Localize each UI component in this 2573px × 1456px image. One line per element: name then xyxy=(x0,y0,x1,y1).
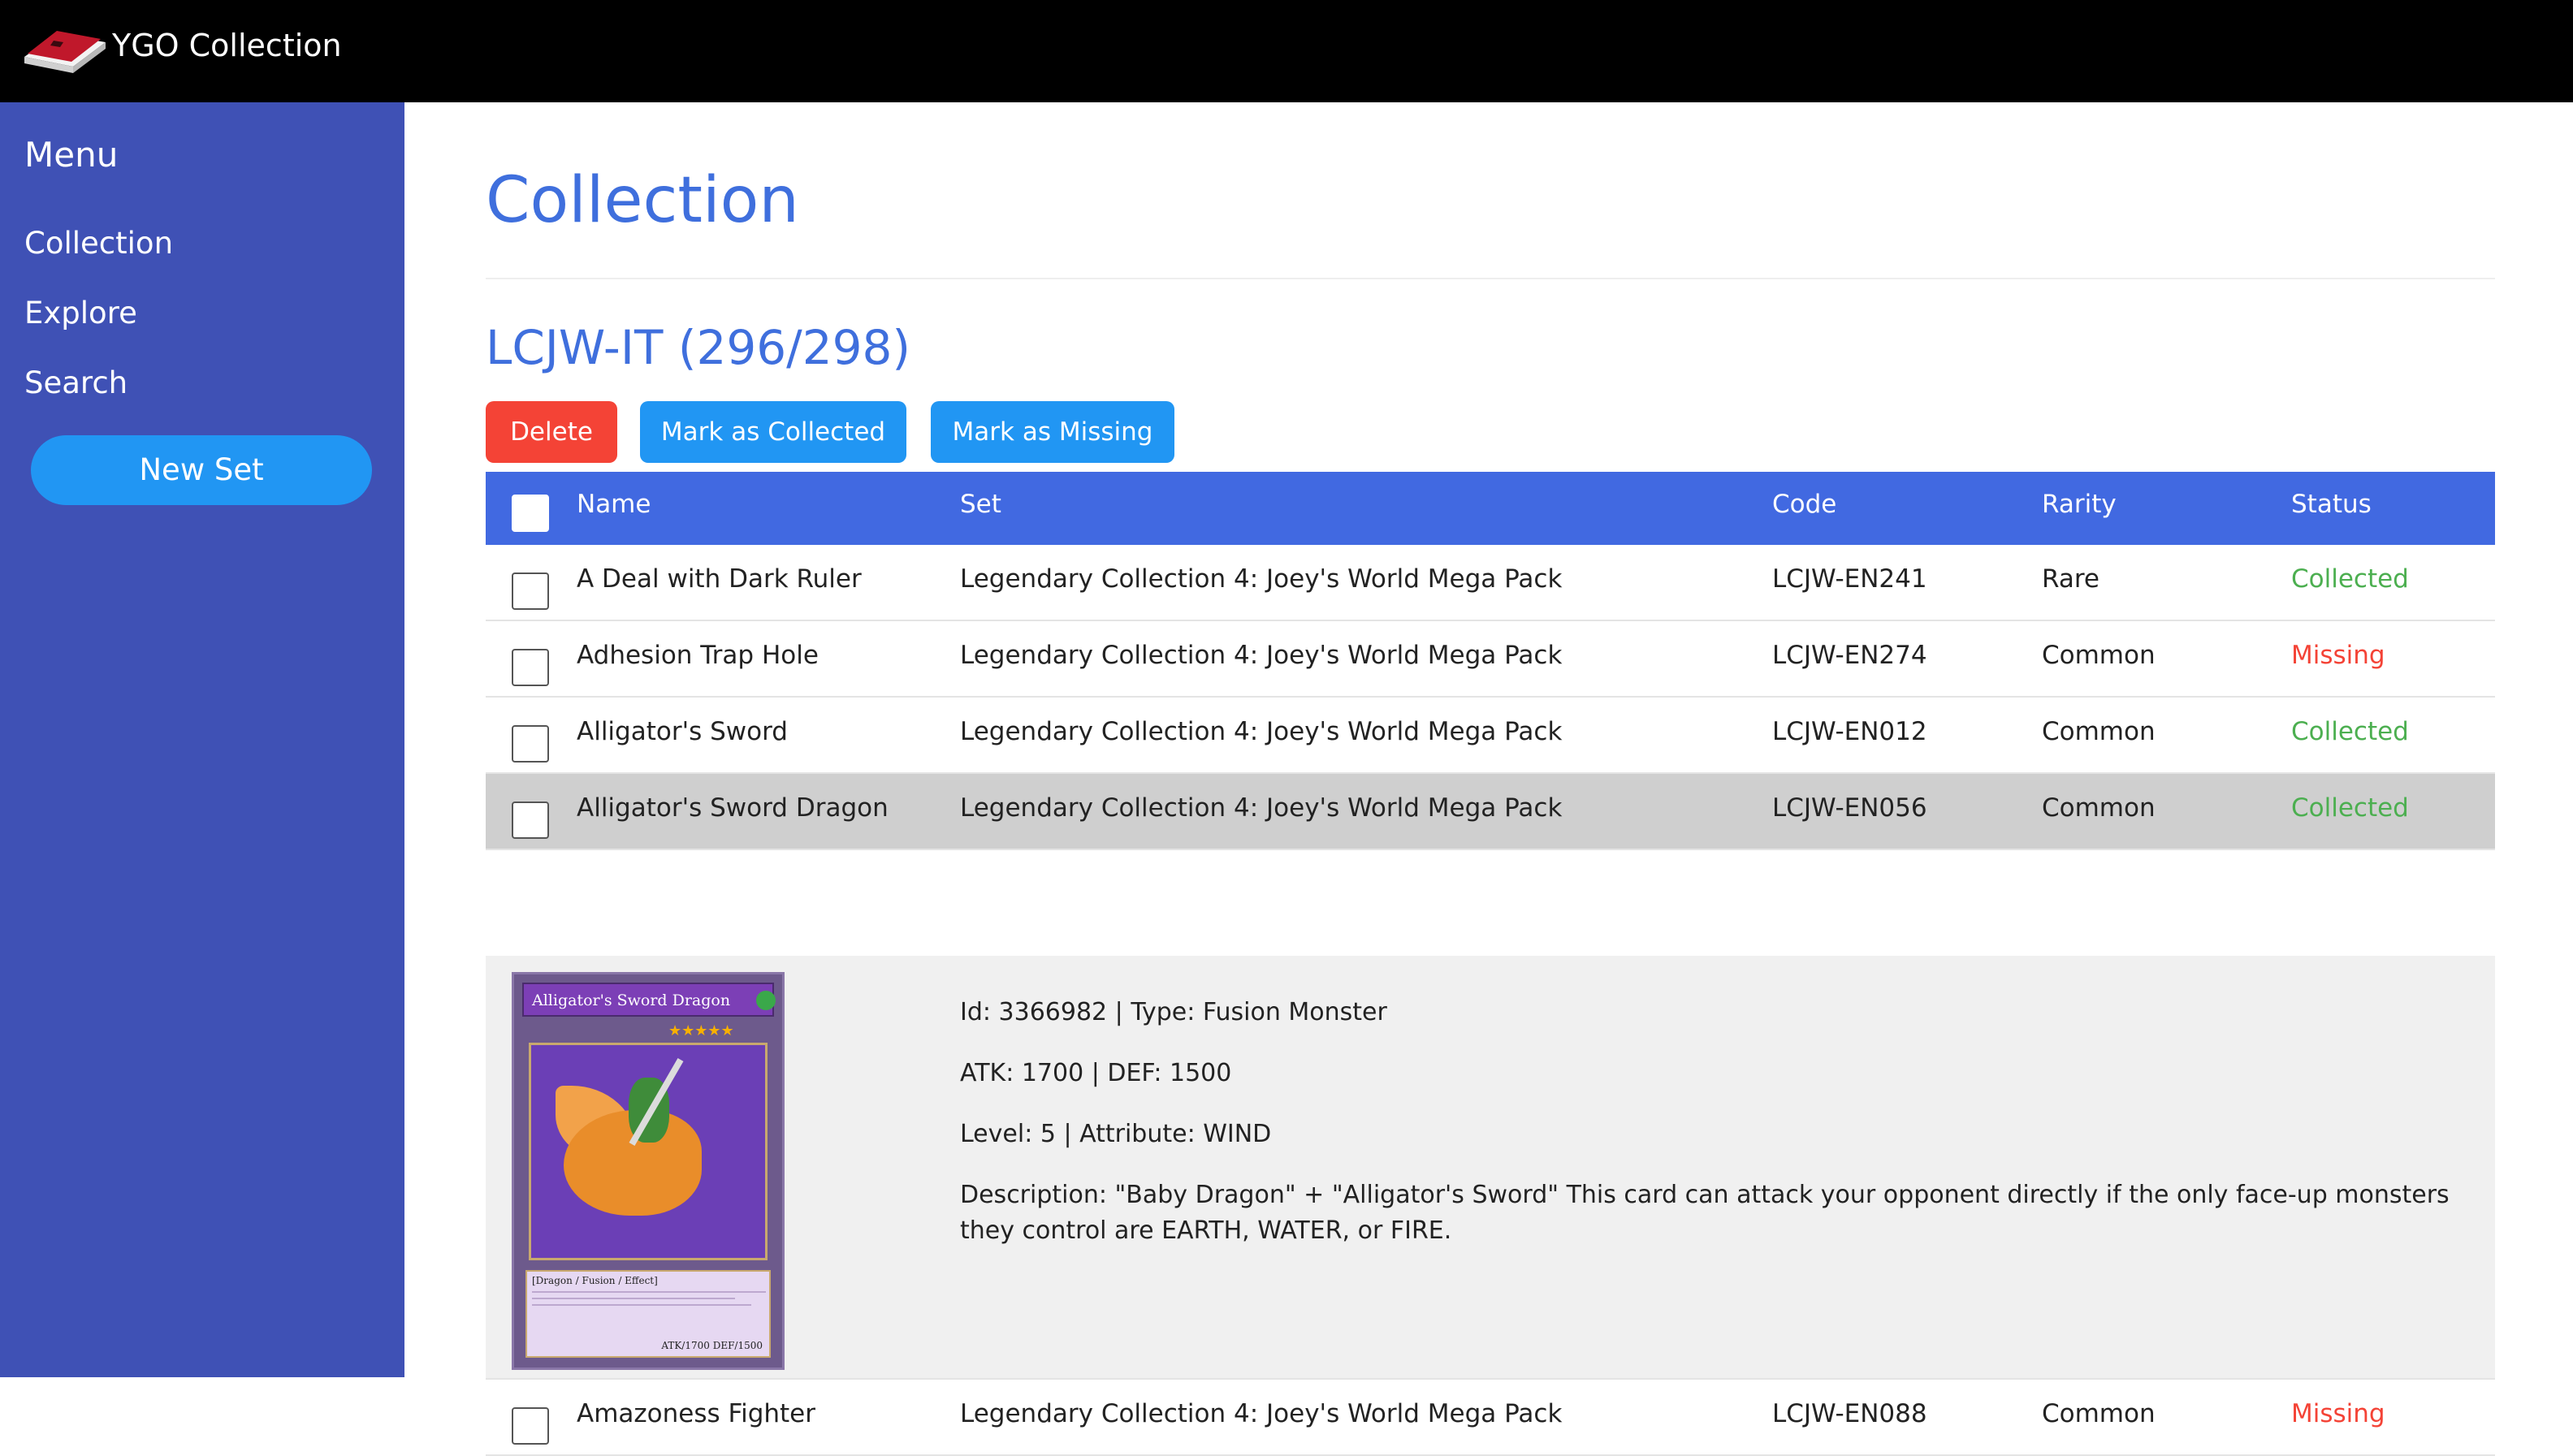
column-header-name[interactable]: Name xyxy=(577,472,651,537)
column-header-set[interactable]: Set xyxy=(960,472,1001,537)
sidebar-item-explore[interactable]: Explore xyxy=(24,294,137,333)
row-checkbox[interactable] xyxy=(512,572,549,610)
card-rarity: Common xyxy=(2042,717,2156,746)
card-set: Legendary Collection 4: Joey's World Meg… xyxy=(960,793,1563,823)
delete-button[interactable]: Delete xyxy=(486,401,617,463)
card-name: A Deal with Dark Ruler xyxy=(577,564,862,594)
card-code: LCJW-EN241 xyxy=(1772,564,1927,594)
row-checkbox[interactable] xyxy=(512,649,549,686)
sidebar: Menu Collection Explore Search New Set xyxy=(0,102,404,1377)
card-rarity: Rare xyxy=(2042,564,2099,594)
card-code: LCJW-EN056 xyxy=(1772,793,1927,823)
app-title[interactable]: YGO Collection xyxy=(112,26,342,65)
card-set: Legendary Collection 4: Joey's World Meg… xyxy=(960,564,1563,594)
page-title: Collection xyxy=(486,164,799,237)
mark-as-missing-button[interactable]: Mark as Missing xyxy=(931,401,1174,463)
card-status: Collected xyxy=(2291,793,2409,823)
set-title: LCJW-IT (296/298) xyxy=(486,320,911,375)
detail-level-attribute: Level: 5 | Attribute: WIND xyxy=(960,1120,1272,1148)
card-text-placeholder xyxy=(532,1291,766,1293)
row-checkbox[interactable] xyxy=(512,1407,549,1445)
table-row[interactable]: Amazoness Fighter Legendary Collection 4… xyxy=(486,1380,2495,1456)
card-rarity: Common xyxy=(2042,1399,2156,1428)
table-row[interactable]: Alligator's Sword Legendary Collection 4… xyxy=(486,698,2495,774)
table-row[interactable]: Adhesion Trap Hole Legendary Collection … xyxy=(486,621,2495,698)
card-status: Missing xyxy=(2291,641,2385,670)
card-code: LCJW-EN088 xyxy=(1772,1399,1927,1428)
card-type-line: [Dragon / Fusion / Effect] xyxy=(532,1275,658,1286)
detail-atk-def: ATK: 1700 | DEF: 1500 xyxy=(960,1059,1232,1087)
card-name: Adhesion Trap Hole xyxy=(577,641,819,670)
sidebar-item-search[interactable]: Search xyxy=(24,364,128,403)
table-header: Name Set Code Rarity Status xyxy=(486,472,2495,545)
card-deck-logo-icon[interactable] xyxy=(24,24,106,73)
card-code: LCJW-EN012 xyxy=(1772,717,1927,746)
column-header-rarity[interactable]: Rarity xyxy=(2042,472,2117,537)
new-set-button[interactable]: New Set xyxy=(31,435,372,505)
card-text-placeholder xyxy=(532,1304,751,1306)
menu-heading: Menu xyxy=(24,135,119,175)
row-checkbox[interactable] xyxy=(512,801,549,839)
card-text-placeholder xyxy=(532,1298,735,1299)
main-content: Collection LCJW-IT (296/298) Delete Mark… xyxy=(404,102,2573,1456)
card-detail-panel: Alligator's Sword Dragon ★★★★★ [Dragon /… xyxy=(486,956,2495,1380)
mark-as-collected-button[interactable]: Mark as Collected xyxy=(640,401,906,463)
card-set: Legendary Collection 4: Joey's World Meg… xyxy=(960,641,1563,670)
card-status: Missing xyxy=(2291,1399,2385,1428)
card-rarity: Common xyxy=(2042,793,2156,823)
card-image-name: Alligator's Sword Dragon xyxy=(532,992,731,1009)
card-artwork xyxy=(529,1043,768,1260)
card-image: Alligator's Sword Dragon ★★★★★ [Dragon /… xyxy=(512,972,785,1370)
top-app-bar: YGO Collection xyxy=(0,0,2573,102)
select-all-checkbox[interactable] xyxy=(512,495,549,532)
card-rarity: Common xyxy=(2042,641,2156,670)
divider xyxy=(486,278,2495,279)
detail-id-type: Id: 3366982 | Type: Fusion Monster xyxy=(960,998,1387,1026)
card-name: Alligator's Sword Dragon xyxy=(577,793,889,823)
card-name: Alligator's Sword xyxy=(577,717,788,746)
card-set: Legendary Collection 4: Joey's World Meg… xyxy=(960,717,1563,746)
card-atk-def: ATK/1700 DEF/1500 xyxy=(661,1340,763,1351)
column-header-status[interactable]: Status xyxy=(2291,472,2372,537)
card-code: LCJW-EN274 xyxy=(1772,641,1927,670)
card-image-name-bar: Alligator's Sword Dragon xyxy=(522,983,776,1017)
level-stars-icon: ★★★★★ xyxy=(668,1022,734,1039)
sidebar-item-collection[interactable]: Collection xyxy=(24,224,173,263)
card-set: Legendary Collection 4: Joey's World Meg… xyxy=(960,1399,1563,1428)
row-checkbox[interactable] xyxy=(512,725,549,763)
card-text-box: [Dragon / Fusion / Effect] ATK/1700 DEF/… xyxy=(525,1270,771,1358)
column-header-code[interactable]: Code xyxy=(1772,472,1836,537)
card-status: Collected xyxy=(2291,564,2409,594)
card-name: Amazoness Fighter xyxy=(577,1399,816,1428)
wind-attribute-icon xyxy=(756,991,776,1010)
table-row-expanded[interactable]: Alligator's Sword Dragon Legendary Colle… xyxy=(486,774,2495,850)
card-status: Collected xyxy=(2291,717,2409,746)
detail-description: Description: "Baby Dragon" + "Alligator'… xyxy=(960,1181,2450,1245)
table-row[interactable]: A Deal with Dark Ruler Legendary Collect… xyxy=(486,545,2495,621)
